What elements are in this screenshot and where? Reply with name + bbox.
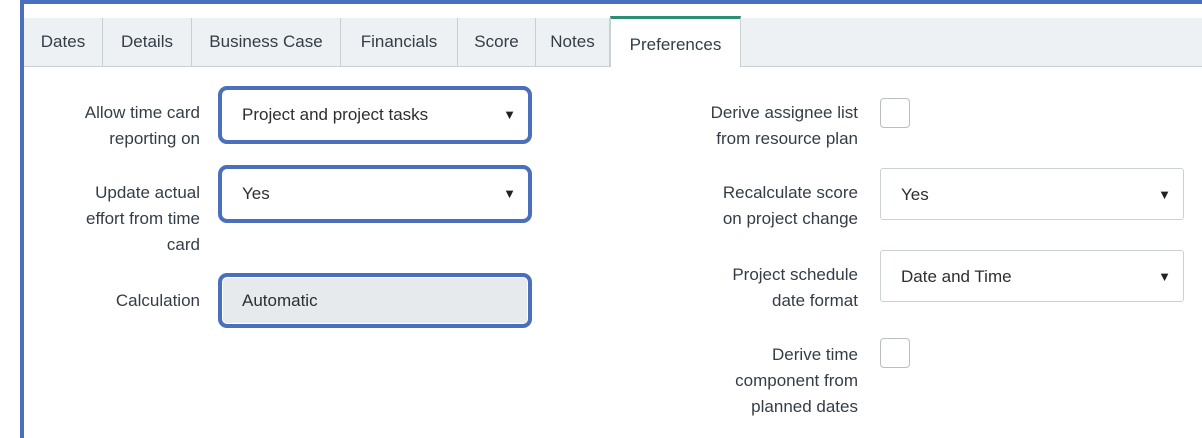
schedule-date-format-value: Date and Time (901, 267, 1012, 286)
tab-business-case[interactable]: Business Case (192, 18, 341, 66)
derive-time-component-checkbox[interactable] (880, 338, 910, 368)
tab-preferences[interactable]: Preferences (610, 16, 741, 67)
chevron-down-icon: ▼ (503, 186, 516, 201)
chevron-down-icon: ▼ (1158, 269, 1171, 284)
calculation-label: Calculation (115, 291, 200, 310)
derive-assignee-checkbox[interactable] (880, 98, 910, 128)
tab-financials[interactable]: Financials (341, 18, 458, 66)
update-actual-effort-value: Yes (242, 184, 270, 203)
schedule-date-format-select[interactable]: Date and Time ▼ (880, 250, 1184, 302)
chevron-down-icon: ▼ (503, 107, 516, 122)
derive-time-component-label: Derive time component from planned dates (735, 345, 858, 416)
calculation-field: Automatic (218, 273, 532, 328)
schedule-date-format-label: Project schedule date format (732, 265, 858, 310)
tab-score[interactable]: Score (458, 18, 536, 66)
derive-assignee-label: Derive assignee list from resource plan (710, 103, 858, 148)
update-actual-effort-select[interactable]: Yes ▼ (218, 165, 532, 223)
time-card-reporting-select[interactable]: Project and project tasks ▼ (218, 86, 532, 144)
tab-notes[interactable]: Notes (536, 18, 610, 66)
calculation-value: Automatic (242, 291, 318, 310)
tab-dates[interactable]: Dates (24, 18, 103, 66)
recalculate-score-value: Yes (901, 185, 929, 204)
recalculate-score-label: Recalculate score on project change (722, 183, 858, 228)
update-actual-effort-label: Update actual effort from time card (86, 183, 200, 254)
recalculate-score-select[interactable]: Yes ▼ (880, 168, 1184, 220)
tab-details[interactable]: Details (103, 18, 192, 66)
time-card-reporting-value: Project and project tasks (242, 105, 429, 124)
chevron-down-icon: ▼ (1158, 187, 1171, 202)
time-card-reporting-label: Allow time card reporting on (84, 103, 200, 148)
